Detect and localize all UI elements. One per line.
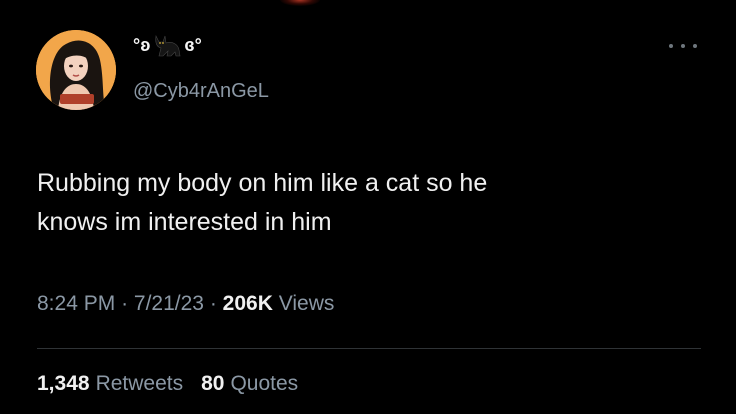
meta-separator: · [121, 292, 129, 315]
display-name-left: °ʚ [133, 34, 151, 55]
retweets-label: Retweets [95, 372, 184, 395]
tweet-time[interactable]: 8:24 PM [37, 292, 115, 315]
quotes-count: 80 [201, 372, 225, 395]
user-handle[interactable]: @Cyb4rAnGeL [133, 80, 269, 103]
display-name-right: ɞ° [184, 34, 202, 55]
tweet-date[interactable]: 7/21/23 [134, 292, 204, 315]
quotes-stat[interactable]: 80 Quotes [201, 372, 298, 396]
avatar-image [36, 30, 116, 110]
black-cat-icon [152, 32, 182, 58]
quotes-label: Quotes [230, 372, 299, 395]
avatar[interactable] [36, 30, 116, 110]
more-dot [681, 44, 685, 48]
retweets-count: 1,348 [37, 372, 90, 395]
tweet-text-line: Rubbing my body on him like a cat so he [37, 169, 488, 197]
display-name[interactable]: °ʚ ɞ° [133, 30, 202, 60]
tweet-meta: 8:24 PM · 7/21/23 · 206K Views [37, 292, 334, 316]
more-dot [669, 44, 673, 48]
meta-separator: · [209, 292, 217, 315]
tweet-card: °ʚ ɞ° @Cyb4rAnGeL Rubbing my body on him… [0, 0, 736, 414]
tweet-stats: 1,348 Retweets 80 Quotes [37, 372, 298, 396]
more-dot [693, 44, 697, 48]
retweets-stat[interactable]: 1,348 Retweets [37, 372, 183, 396]
tweet-text: Rubbing my body on him like a cat so he … [37, 164, 677, 242]
divider [37, 348, 701, 349]
views-count: 206K [222, 292, 273, 315]
more-horizontal-icon[interactable] [669, 40, 697, 52]
tweet-text-line: knows im interested in him [37, 208, 332, 236]
views-label: Views [278, 292, 335, 315]
